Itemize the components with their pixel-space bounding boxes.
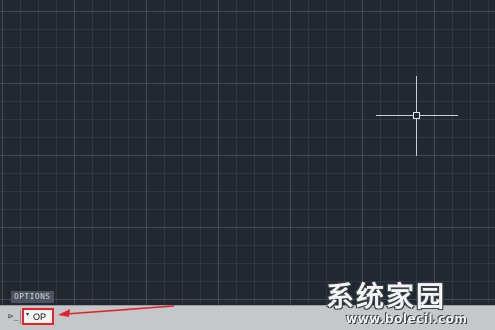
chevron-down-icon[interactable]: ▾	[26, 311, 29, 319]
crosshair-cursor	[376, 76, 458, 156]
command-prompt-icon[interactable]: ⊳_	[8, 310, 21, 324]
annotation-arrow-icon	[58, 305, 175, 317]
command-input[interactable]: OP	[33, 311, 46, 323]
autocomplete-suggestion[interactable]: OPTIONS	[11, 291, 54, 303]
watermark: 系统家园 www.bolecil.com	[326, 280, 492, 328]
watermark-url: www.bolecil.com	[346, 312, 468, 326]
command-input-box[interactable]: ▾ OP	[22, 308, 54, 325]
pickbox	[413, 112, 420, 119]
watermark-title: 系统家园	[326, 280, 447, 313]
